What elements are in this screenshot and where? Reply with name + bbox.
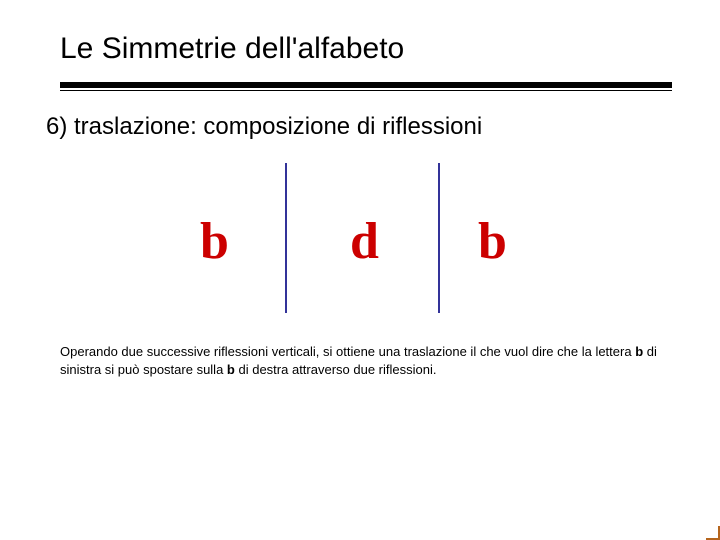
slide: Le Simmetrie dell'alfabeto 6) traslazion…	[0, 0, 720, 540]
mirror-line-2	[438, 163, 440, 313]
letter-b-left: b	[200, 216, 229, 268]
letter-d-middle: d	[350, 216, 379, 268]
caption-part1: Operando due successive riflessioni vert…	[60, 344, 635, 359]
caption-text: Operando due successive riflessioni vert…	[60, 343, 672, 378]
caption-part3: di destra attraverso due riflessioni.	[235, 362, 437, 377]
caption-bold-b1: b	[635, 344, 643, 359]
caption-bold-b2: b	[227, 362, 235, 377]
reflection-diagram: b d b	[60, 161, 672, 331]
letter-b-right: b	[478, 216, 507, 268]
page-title: Le Simmetrie dell'alfabeto	[60, 32, 672, 66]
divider-thick	[60, 82, 672, 88]
corner-accent-icon	[706, 526, 720, 540]
divider-thin	[60, 90, 672, 91]
section-heading: 6) traslazione: composizione di riflessi…	[46, 113, 672, 141]
mirror-line-1	[285, 163, 287, 313]
